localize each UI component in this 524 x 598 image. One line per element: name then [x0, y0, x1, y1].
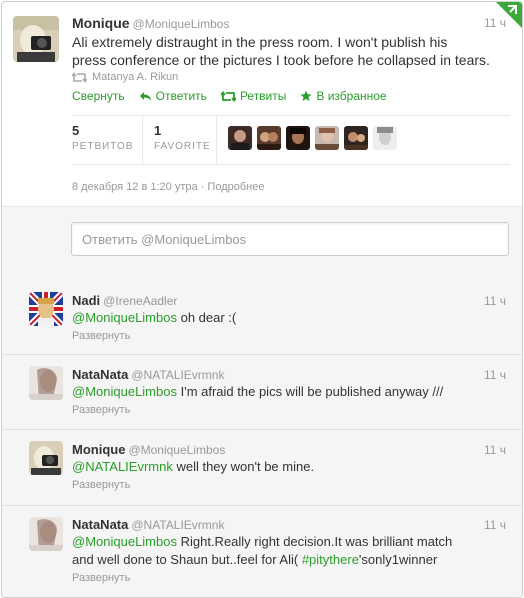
reply-header: NataNata @NATALIEvrmnk [72, 516, 224, 534]
list-item[interactable]: NataNata @NATALIEvrmnk 11 ч @MoniqueLimbo… [2, 506, 522, 597]
expand-link[interactable]: Развернуть [72, 572, 130, 584]
star-icon [300, 90, 312, 101]
retweet-icon [220, 90, 236, 102]
reply-text: @NATALIEvrmnk well they won't be mine. [72, 458, 314, 476]
reply-body: Right.Really right decision.It was brill… [176, 534, 453, 549]
tweet-header: Monique @MoniqueLimbos [72, 15, 229, 33]
mention-link[interactable]: @MoniqueLimbos [72, 310, 177, 325]
favorite-count: 1 [154, 123, 162, 138]
author-handle[interactable]: @NATALIEvrmnk [131, 368, 224, 382]
avatar[interactable] [13, 16, 59, 62]
retweets-count: 5 [72, 123, 80, 138]
expand-link[interactable]: Развернуть [72, 330, 130, 342]
favorite-button[interactable]: В избранное [300, 89, 387, 103]
reply-text: @MoniqueLimbos oh dear :( [72, 309, 236, 327]
reply-body: and well done to Shaun but..feel for Ali… [72, 552, 302, 567]
hashtag-link[interactable]: #pitythere [302, 552, 359, 567]
retweeter-avatar[interactable] [286, 126, 310, 150]
author-name[interactable]: Monique [72, 442, 125, 457]
reply-time[interactable]: 11 ч [484, 518, 506, 532]
author-handle[interactable]: @NATALIEvrmnk [131, 518, 224, 532]
collapse-button[interactable]: Свернуть [72, 89, 125, 103]
list-item[interactable]: Monique @MoniqueLimbos 11 ч @NATALIEvrmnk… [2, 430, 522, 506]
mention-link[interactable]: @MoniqueLimbos [72, 534, 177, 549]
avatar[interactable] [29, 517, 63, 551]
details-link[interactable]: Подробнее [207, 181, 264, 193]
retweets-label: Ретвиты [239, 89, 287, 103]
retweeter-avatar[interactable] [315, 126, 339, 150]
retweeter-avatar[interactable] [257, 126, 281, 150]
tweet-text-line-1: Ali extremely distraught in the press ro… [72, 34, 448, 50]
mention-link[interactable]: @NATALIEvrmnk [72, 459, 173, 474]
author-name[interactable]: NataNata [72, 517, 128, 532]
avatar[interactable] [29, 366, 63, 400]
reply-text-line-2: and well done to Shaun but..feel for Ali… [72, 551, 437, 569]
retweets-button[interactable]: Ретвиты [220, 89, 287, 103]
retweeter-avatars [228, 126, 397, 150]
reply-time[interactable]: 11 ч [484, 368, 506, 382]
stat-divider [142, 116, 143, 164]
tweet-stats: 5 РЕТВИТОВ 1 FAVORITE [72, 115, 510, 165]
tweet-date[interactable]: 8 декабря 12 в 1:20 утра [72, 181, 198, 193]
reply-body: 'sonly1winner [358, 552, 438, 567]
retweet-corner-icon [496, 2, 522, 28]
reply-button[interactable]: Ответить [139, 89, 207, 103]
author-handle[interactable]: @MoniqueLimbos [128, 443, 225, 457]
reply-time[interactable]: 11 ч [484, 294, 506, 308]
reply-box: Ответить @MoniqueLimbos [2, 206, 522, 278]
retweets-stat-label: РЕТВИТОВ [72, 141, 134, 152]
meta-separator: · [200, 181, 205, 193]
reply-header: Monique @MoniqueLimbos [72, 441, 225, 459]
author-handle[interactable]: @IreneAadler [103, 294, 177, 308]
avatar[interactable] [29, 441, 63, 475]
reply-body: well they won't be mine. [172, 459, 315, 474]
reply-icon [139, 91, 151, 101]
author-name[interactable]: Nadi [72, 293, 100, 308]
retweeted-by-name[interactable]: Matanya A. Rikun [92, 71, 178, 83]
expand-link[interactable]: Развернуть [72, 404, 130, 416]
tweet-meta: 8 декабря 12 в 1:20 утра · Подробнее [72, 181, 264, 193]
reply-label: Ответить [155, 89, 207, 103]
author-name[interactable]: Monique [72, 15, 130, 31]
tweet-detail-panel: Monique @MoniqueLimbos 11 ч Ali extremely… [1, 1, 523, 598]
retweeter-avatar[interactable] [228, 126, 252, 150]
reply-text-line-1: @MoniqueLimbos Right.Really right decisi… [72, 533, 452, 551]
main-tweet: Monique @MoniqueLimbos 11 ч Ali extremely… [2, 2, 522, 206]
reply-time[interactable]: 11 ч [484, 443, 506, 457]
tweet-text-line-2: press conference or the pictures I took … [72, 52, 490, 68]
reply-input[interactable]: Ответить @MoniqueLimbos [71, 222, 509, 256]
collapse-label: Свернуть [72, 89, 125, 103]
stat-divider [216, 116, 217, 164]
author-name[interactable]: NataNata [72, 367, 128, 382]
retweeted-by: Matanya A. Rikun [72, 71, 178, 83]
avatar[interactable] [29, 292, 63, 326]
retweet-icon [72, 71, 87, 83]
retweeter-avatar[interactable] [344, 126, 368, 150]
list-item[interactable]: Nadi @IreneAadler 11 ч @MoniqueLimbos oh … [2, 277, 522, 355]
expand-link[interactable]: Развернуть [72, 479, 130, 491]
reply-header: Nadi @IreneAadler [72, 292, 177, 310]
favorite-stat-label: FAVORITE [154, 141, 211, 152]
reply-header: NataNata @NATALIEvrmnk [72, 366, 224, 384]
reply-text: @MoniqueLimbos I'm afraid the pics will … [72, 383, 443, 401]
author-handle[interactable]: @MoniqueLimbos [133, 17, 230, 31]
list-item[interactable]: NataNata @NATALIEvrmnk 11 ч @MoniqueLimbo… [2, 355, 522, 430]
reply-body: oh dear :( [176, 310, 237, 325]
favorite-label: В избранное [316, 89, 387, 103]
retweeter-avatar[interactable] [373, 126, 397, 150]
tweet-actions: Свернуть Ответить Ретвиты В избранное [72, 89, 401, 103]
reply-body: I'm afraid the pics will be published an… [176, 384, 444, 399]
mention-link[interactable]: @MoniqueLimbos [72, 384, 177, 399]
